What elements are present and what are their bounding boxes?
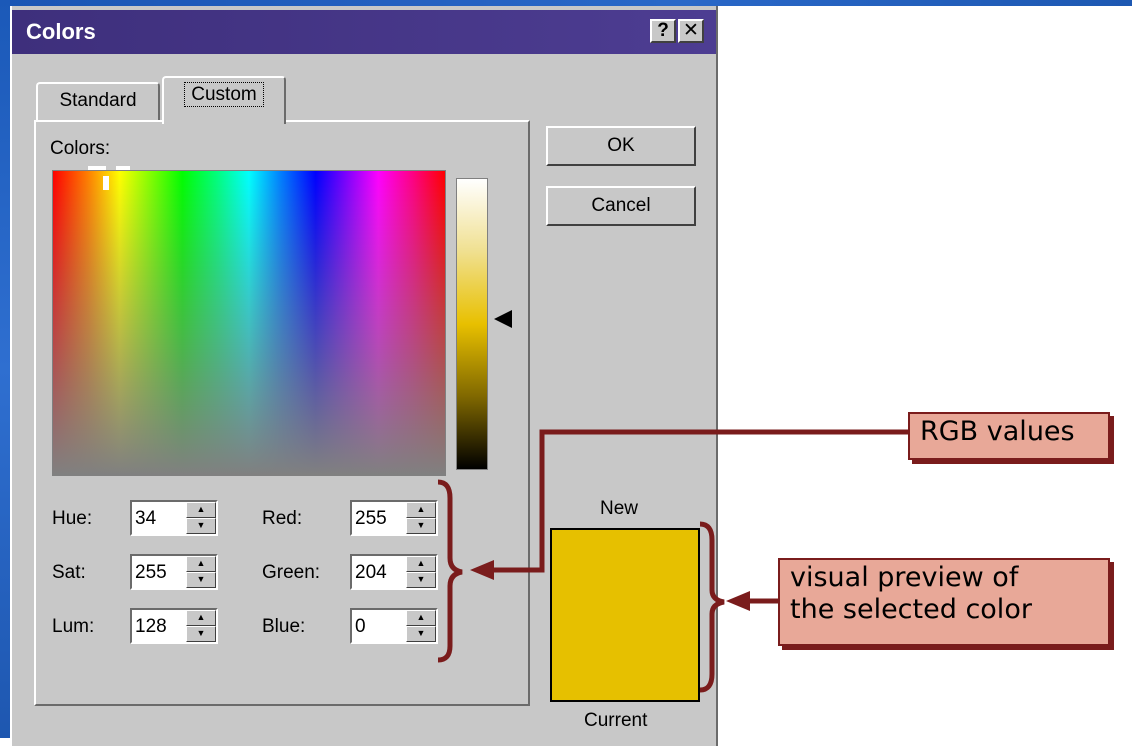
preview-arrow-icon [726,591,750,611]
tab-custom-label: Custom [184,82,264,107]
preview-callout-line2: the selected color [790,594,1032,625]
rgb-callout-text: RGB values [920,416,1075,447]
rgb-values-callout: RGB values [908,412,1110,460]
rgb-brace [437,479,463,663]
rgb-arrow-icon [470,560,494,580]
preview-brace [699,521,725,693]
preview-callout-line1: visual preview of [790,562,1019,593]
tab-custom[interactable]: Custom [162,76,286,124]
rgb-connector-line [492,429,908,573]
preview-callout: visual preview of the selected color [778,558,1110,646]
